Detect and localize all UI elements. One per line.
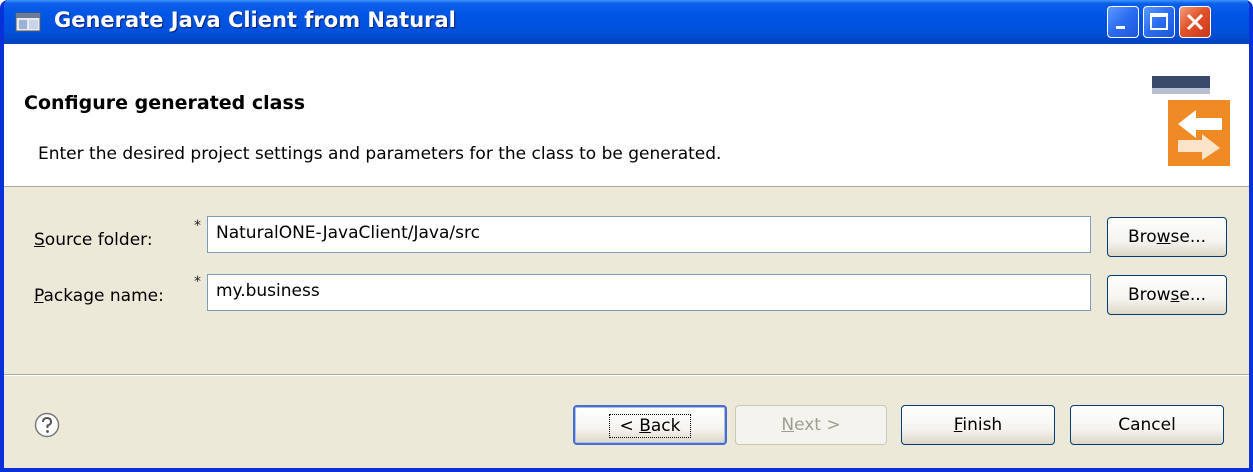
package-name-input[interactable]: my.business [207,274,1091,311]
eclipse-window-icon [15,12,41,32]
minimize-button[interactable] [1107,6,1139,38]
source-folder-label: Source folder: [34,230,153,250]
title-bar[interactable]: Generate Java Client from Natural [4,0,1249,44]
back-button[interactable]: < Back [573,405,727,445]
package-name-label: Package name: [34,286,164,306]
next-button[interactable]: Next > [735,405,887,445]
window-title: Generate Java Client from Natural [54,8,456,32]
footer-separator [4,374,1249,376]
close-icon [1186,13,1204,31]
package-name-browse-button[interactable]: Browse... [1107,275,1227,315]
source-folder-required-marker: * [194,218,201,234]
close-button[interactable] [1179,6,1211,38]
page-description: Enter the desired project settings and p… [38,144,722,164]
page-title: Configure generated class [24,92,306,114]
minimize-icon [1116,26,1125,29]
source-folder-input[interactable]: NaturalONE-JavaClient/Java/src [207,216,1091,253]
cancel-button[interactable]: Cancel [1070,405,1224,445]
package-name-required-marker: * [194,274,201,290]
java-client-wizard-icon [1152,76,1230,166]
finish-button[interactable]: Finish [901,405,1055,445]
maximize-icon [1150,13,1168,30]
wizard-window: Generate Java Client from Natural Config… [0,0,1253,472]
wizard-banner: Configure generated class Enter the desi… [4,44,1249,187]
maximize-button[interactable] [1143,6,1175,38]
help-question-icon[interactable] [34,412,60,438]
source-folder-browse-button[interactable]: Browse... [1107,217,1227,257]
